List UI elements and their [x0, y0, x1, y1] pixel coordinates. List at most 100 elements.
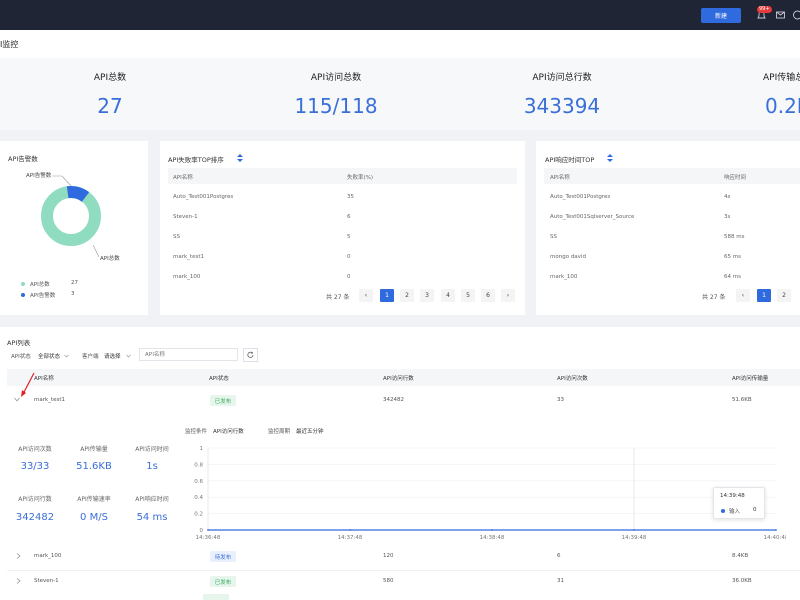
table-row[interactable]: SS 5 — [168, 227, 517, 247]
cell-name: SS — [550, 234, 557, 240]
stat-label: API总数 — [93, 73, 127, 83]
x-tick-label: 14:38:48 — [480, 535, 505, 541]
tooltip-value: 0 — [753, 507, 757, 513]
cell-count: 6 — [557, 553, 561, 559]
red-arrow-annotation — [21, 372, 35, 397]
table-header: API名称 API状态 API访问行数 API访问次数 API访问传输量 — [7, 369, 800, 386]
cell-value: 3s — [724, 214, 731, 220]
x-tick-label: 14:36:48 — [196, 535, 221, 541]
chevron-right-icon[interactable] — [16, 553, 21, 559]
table-row[interactable]: mark_100 0 — [168, 267, 517, 287]
cell-name: mark_test1 — [173, 254, 204, 260]
cell-value: 6 — [347, 214, 351, 220]
cell-name: mark_test1 — [34, 397, 65, 403]
failure-rate-card: API失败率TOP排序 API名称 失败率(%) Auto_Test001Pos… — [160, 141, 525, 315]
new-button[interactable]: 新建 — [701, 8, 741, 23]
card-title: API响应时间TOP — [545, 156, 595, 164]
prev-page-button[interactable]: ‹ — [359, 289, 373, 302]
table-row[interactable]: mark_100 64 ms — [544, 267, 792, 287]
page-button[interactable]: 1 — [380, 289, 394, 302]
chevron-right-icon[interactable] — [16, 578, 21, 584]
monitor-period-select[interactable]: 最近五分钟 — [296, 427, 324, 435]
metric-label: API传输速率 — [77, 496, 111, 503]
table-row[interactable]: SS 588 ms — [544, 227, 792, 247]
data-point — [775, 529, 777, 531]
page-button[interactable]: 3 — [420, 289, 434, 302]
status-badge: 待发布 — [210, 551, 236, 562]
cell-rows: 580 — [383, 578, 394, 584]
page-button[interactable]: 4 — [441, 289, 455, 302]
cell-count: 31 — [557, 578, 564, 584]
user-icon[interactable] — [792, 10, 800, 20]
search-input[interactable] — [139, 348, 238, 361]
card-title: API失败率TOP排序 — [168, 156, 224, 164]
table-row[interactable]: mark_test1 0 — [168, 247, 517, 267]
page-button[interactable]: 2 — [777, 289, 791, 302]
cell-value: 4s — [724, 194, 731, 200]
data-point — [633, 529, 635, 531]
chart-tooltip: 14:39:48 输入 0 — [713, 487, 765, 519]
line-chart: 0 0.2 0.4 0.6 0.8 1 14:36:48 14:37:48 14:38:48 14… — [194, 446, 786, 541]
status-badge: 已发布 — [210, 395, 236, 406]
x-tick-label: 14:40:48 — [764, 535, 786, 541]
y-tick-label: 0 — [200, 528, 204, 534]
stat-label: API访问总数 — [310, 73, 362, 83]
page-button[interactable]: 1 — [757, 289, 771, 302]
filter-label: 客户端 — [82, 354, 99, 360]
message-icon[interactable] — [775, 10, 786, 20]
table-row[interactable]: mark_100 待发布 120 6 8.4KB — [7, 546, 800, 568]
table-row[interactable]: Steven-1 已发布 580 31 36.0KB — [7, 570, 800, 592]
table-row[interactable]: mongo david 65 ms — [544, 247, 792, 267]
cell-name: Auto_Test001Sqlserver_Source — [550, 214, 635, 220]
cell-name: mark_100 — [34, 553, 62, 559]
table-row[interactable]: Auto_Test001Postgres 35 — [168, 187, 517, 207]
donut-chart — [41, 186, 101, 246]
column-header: API名称 — [550, 175, 570, 181]
table-header: API名称 响应时间 — [544, 168, 800, 184]
cell-name: Auto_Test001Postgres — [173, 194, 234, 200]
table-row[interactable]: Auto_Test001Postgres 4s — [544, 187, 792, 207]
y-tick-label: 0.6 — [194, 479, 203, 485]
legend-value: 27 — [71, 280, 78, 286]
sort-icon[interactable] — [607, 154, 613, 162]
cell-rows: 342482 — [383, 397, 404, 403]
refresh-icon[interactable] — [243, 348, 258, 362]
table-row[interactable]: Auto_Test001Sqlserver_Source 3s — [544, 207, 792, 227]
pagination-total: 共 27 条 — [326, 294, 350, 301]
legend-swatch — [21, 293, 25, 297]
notification-badge: 99+ — [757, 6, 772, 13]
metric-value: 51.6KB — [76, 461, 112, 472]
page-button[interactable]: 5 — [461, 289, 475, 302]
cell-size: 8.4KB — [732, 553, 749, 559]
cell-value: 64 ms — [724, 274, 741, 280]
pagination: 共 27 条 ‹ 1 2 3 4 5 6 › — [326, 289, 526, 302]
column-header: 失败率(%) — [347, 175, 374, 181]
data-point — [349, 529, 351, 531]
sort-icon[interactable] — [237, 154, 243, 162]
prev-page-button[interactable]: ‹ — [736, 289, 750, 302]
page-button[interactable]: 2 — [400, 289, 414, 302]
status-badge — [203, 594, 229, 600]
cell-name: Steven-1 — [34, 578, 59, 584]
next-page-button[interactable]: › — [501, 289, 515, 302]
table-row[interactable]: Steven-1 6 — [168, 207, 517, 227]
metric-value: 0 M/S — [80, 512, 108, 523]
donut-callout-total: API总数 — [100, 256, 120, 262]
status-filter-select[interactable]: 全部状态 — [38, 352, 60, 360]
monitor-condition-select[interactable]: API访问行数 — [213, 427, 244, 435]
cell-size: 36.0KB — [732, 578, 752, 584]
cell-name: mongo david — [550, 254, 586, 260]
table-row[interactable]: mark_test1 已发布 342482 33 51.6KB — [7, 389, 800, 411]
title-bar: I监控 — [0, 30, 800, 58]
stats-row: API总数 27 API访问总数 115/118 API访问总行数 343394… — [0, 58, 800, 130]
page-button[interactable]: 6 — [481, 289, 495, 302]
column-header: API名称 — [34, 376, 54, 382]
client-filter-select[interactable]: 请选择 — [104, 352, 121, 360]
tooltip-swatch — [721, 509, 725, 513]
cell-name: Steven-1 — [173, 214, 198, 220]
cell-size: 51.6KB — [732, 397, 752, 403]
filter-label: API状态 — [11, 354, 31, 360]
response-time-card: API响应时间TOP API名称 响应时间 Auto_Test001Postgr… — [536, 141, 800, 315]
cell-value: 35 — [347, 194, 354, 200]
metric-label: API访问次数 — [18, 446, 52, 453]
